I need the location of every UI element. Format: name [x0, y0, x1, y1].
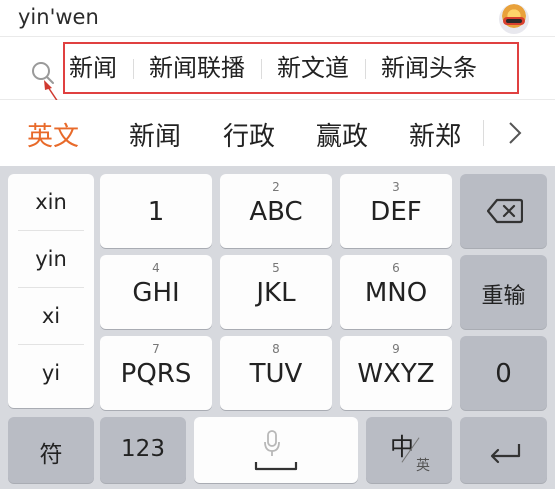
key-mno[interactable]: 6 MNO — [340, 255, 452, 329]
key-jkl[interactable]: 5 JKL — [220, 255, 332, 329]
suggestion-item[interactable]: 新闻 — [65, 44, 133, 92]
space-bar-icon — [254, 462, 298, 471]
key-def-label: DEF — [370, 197, 422, 227]
enter-key[interactable] — [460, 417, 547, 483]
numbers-key[interactable]: 123 — [100, 417, 186, 483]
candidate-item[interactable]: 行政 — [223, 116, 275, 153]
key-jkl-label: JKL — [256, 278, 296, 308]
key-1[interactable]: 1 — [100, 174, 212, 248]
symbol-key[interactable]: 符 — [8, 417, 94, 483]
pinyin-list[interactable]: xin yin xi yi — [8, 174, 94, 408]
key-mno-number: 6 — [392, 261, 400, 275]
key-1-label: 1 — [147, 197, 165, 227]
space-key[interactable] — [194, 417, 358, 483]
key-0[interactable]: 0 — [460, 336, 547, 410]
key-wxyz[interactable]: 9 WXYZ — [340, 336, 452, 410]
key-ghi-number: 4 — [152, 261, 160, 275]
suggestion-highlight-box: 新闻 新闻联播 新文道 新闻头条 — [63, 42, 519, 94]
candidate-item[interactable]: 新闻 — [129, 116, 181, 153]
key-ghi-label: GHI — [132, 278, 180, 308]
key-def-number: 3 — [392, 180, 400, 194]
candidate-bar: 英文 新闻 行政 赢政 新郑 — [0, 100, 555, 166]
pinyin-option[interactable]: xin — [18, 174, 84, 231]
key-tuv-label: TUV — [249, 359, 303, 389]
reinput-key-label: 重输 — [481, 284, 526, 309]
key-jkl-number: 5 — [272, 261, 280, 275]
input-preview-bar: yin'wen — [0, 0, 555, 36]
search-suggestion-bar: 新闻 新闻联播 新文道 新闻头条 — [0, 36, 555, 100]
reinput-key[interactable]: 重输 — [460, 255, 547, 329]
skin-avatar-icon[interactable] — [499, 4, 529, 34]
suggestion-item[interactable]: 新闻联播 — [133, 44, 261, 92]
key-wxyz-label: WXYZ — [357, 359, 435, 389]
key-abc[interactable]: 2 ABC — [220, 174, 332, 248]
pinyin-option[interactable]: xi — [18, 288, 84, 345]
candidate-item[interactable]: 赢政 — [316, 116, 368, 153]
key-abc-label: ABC — [249, 197, 303, 227]
key-pqrs-label: PQRS — [120, 359, 192, 389]
pinyin-option[interactable]: yi — [18, 345, 84, 402]
candidate-item[interactable]: 新郑 — [409, 116, 461, 153]
suggestion-item[interactable]: 新文道 — [261, 44, 365, 92]
key-wxyz-number: 9 — [392, 342, 400, 356]
backspace-key[interactable] — [460, 174, 547, 248]
keyboard: xin yin xi yi 1 2 ABC 3 DEF 4 GHI 5 JKL … — [0, 166, 555, 489]
symbol-key-label: 符 — [39, 442, 63, 468]
pinyin-option[interactable]: yin — [18, 231, 84, 288]
search-icon[interactable] — [30, 60, 56, 86]
key-pqrs-number: 7 — [152, 342, 160, 356]
enter-icon — [490, 444, 521, 464]
candidate-divider — [483, 120, 484, 146]
pinyin-preview: yin'wen — [18, 5, 99, 29]
key-pqrs[interactable]: 7 PQRS — [100, 336, 212, 410]
language-sub-label: 英 — [416, 458, 430, 474]
key-ghi[interactable]: 4 GHI — [100, 255, 212, 329]
numbers-key-label: 123 — [121, 436, 165, 462]
key-tuv[interactable]: 8 TUV — [220, 336, 332, 410]
chevron-right-icon[interactable] — [505, 119, 525, 147]
candidate-item[interactable]: 英文 — [27, 116, 79, 153]
backspace-icon — [487, 198, 523, 224]
key-mno-label: MNO — [364, 278, 428, 308]
key-abc-number: 2 — [272, 180, 280, 194]
key-0-label: 0 — [495, 359, 512, 389]
key-tuv-number: 8 — [272, 342, 280, 356]
language-switch-key[interactable]: 中 英 — [366, 417, 452, 483]
suggestion-item[interactable]: 新闻头条 — [365, 44, 493, 92]
microphone-icon — [264, 430, 280, 456]
key-def[interactable]: 3 DEF — [340, 174, 452, 248]
